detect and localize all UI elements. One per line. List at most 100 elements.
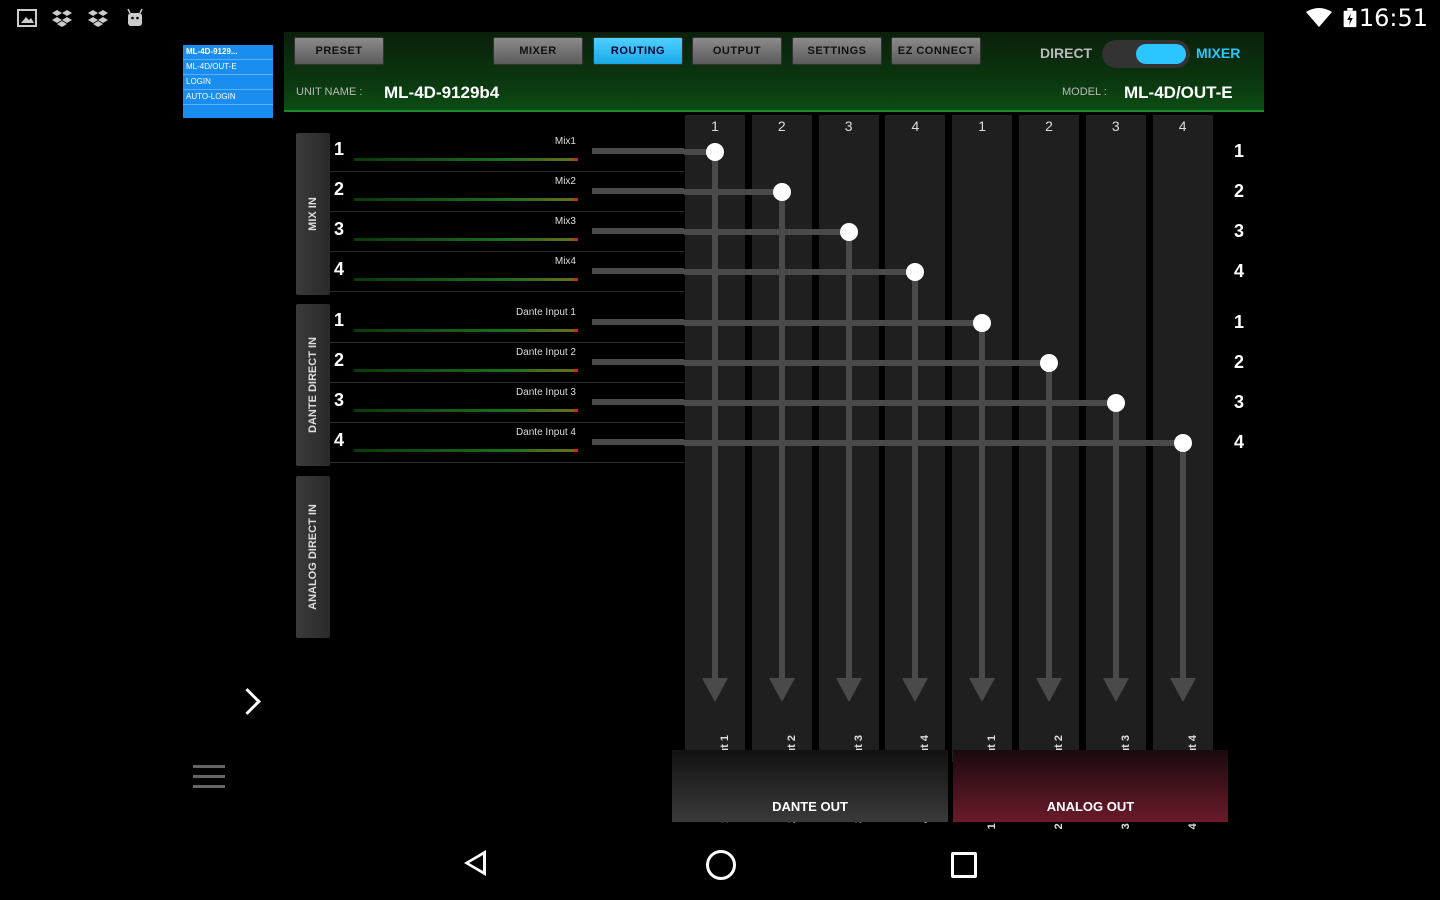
route-arrow [902,678,929,702]
menu-icon[interactable] [193,765,225,789]
input-row[interactable]: 1 Mix1 [330,133,684,172]
row-number-right: 2 [1233,352,1244,372]
input-number: 2 [334,350,345,370]
route-line-horizontal [684,269,916,275]
input-name: Mix2 [554,176,576,187]
route-arrow [702,678,728,702]
input-line [592,188,684,194]
tab-routing[interactable]: ROUTING [593,37,683,65]
level-meter [354,409,578,412]
route-line-vertical [1046,363,1052,680]
toggle-knob[interactable] [1136,44,1186,64]
route-arrow [768,678,795,702]
device-name: ML-4D-9129... [183,45,273,60]
clip-indicator [574,449,578,452]
dante-out-group: DANTE OUT [672,750,948,822]
input-row[interactable]: 2 Mix2 [330,173,684,212]
input-row[interactable]: 4 Mix4 [330,253,684,292]
clip-indicator [574,158,578,161]
clip-indicator [574,409,578,412]
tab-output[interactable]: OUTPUT [692,37,782,65]
chevron-right-icon[interactable] [234,688,261,715]
route-node[interactable] [1106,394,1125,412]
input-name: Mix4 [554,256,576,267]
auto-login-item[interactable]: AUTO-LOGIN [183,90,273,105]
route-line-horizontal [684,400,1116,406]
wifi-icon [1306,8,1332,27]
home-icon[interactable] [706,850,736,880]
android-icon [127,8,143,26]
input-line [592,439,684,445]
output-column-number: 1 [711,118,719,134]
input-row[interactable]: 2 Dante Input 2 [330,344,684,383]
input-number: 3 [334,390,345,410]
route-arrow [835,678,862,702]
tab-settings[interactable]: SETTINGS [792,37,882,65]
direct-label: DIRECT [1040,45,1093,61]
route-node[interactable] [772,183,791,201]
input-line [592,359,684,365]
level-meter [354,158,578,161]
route-node[interactable] [1040,354,1058,372]
input-row[interactable]: 4 Dante Input 4 [330,424,684,463]
route-node[interactable] [1173,434,1192,452]
unit-name-label: UNIT NAME : [296,86,363,98]
mode-toggle[interactable] [1102,40,1190,68]
route-node[interactable] [839,223,858,241]
output-column-number: 2 [777,118,786,134]
route-line-vertical [778,192,785,680]
input-name: Dante Input 1 [515,307,576,318]
group-analog-direct-in[interactable]: ANALOG DIRECT IN [296,476,330,638]
status-bar: 16:51 [0,0,1440,36]
route-arrow [969,678,996,702]
input-line [592,268,684,274]
tab-ez-connect[interactable]: EZ CONNECT [891,37,981,65]
input-line [592,228,684,234]
input-row[interactable]: 3 Mix3 [330,213,684,252]
unit-name-value: ML-4D-9129b4 [384,83,500,102]
input-name: Dante Input 3 [515,387,576,398]
login-item[interactable]: LOGIN [183,75,273,90]
group-mix-in[interactable]: MIX IN [296,133,330,295]
input-number: 1 [334,139,345,159]
tab-mixer[interactable]: MIXER [493,37,583,65]
clip-indicator [574,369,578,372]
preset-button[interactable]: PRESET [294,37,384,65]
output-column-number: 4 [1178,118,1187,134]
dropbox-icon [52,10,72,27]
input-line [592,399,684,405]
route-line-vertical [979,323,986,680]
level-meter [354,198,578,201]
device-card[interactable]: ML-4D-9129... ML-4D/OUT-E LOGIN AUTO-LOG… [183,45,273,118]
input-number: 1 [334,310,345,330]
route-node[interactable] [706,143,724,161]
route-line-horizontal [684,189,782,195]
model-value: ML-4D/OUT-E [1124,83,1233,102]
route-line-horizontal [684,229,849,235]
input-row[interactable]: 1 Dante Input 1 [330,304,684,343]
row-number-right: 4 [1233,432,1244,452]
group-analog-direct-in-label: ANALOG DIRECT IN [307,504,319,610]
level-meter [354,449,578,452]
clip-indicator [574,238,578,241]
input-name: Dante Input 2 [515,347,576,358]
route-line-horizontal [684,320,983,326]
input-number: 4 [334,430,345,450]
group-dante-direct-in-label: DANTE DIRECT IN [307,337,319,433]
input-line [592,319,684,325]
route-arrow [1102,678,1129,702]
output-column-number: 3 [1111,118,1120,134]
output-column-number: 2 [1045,118,1053,134]
model-label: MODEL : [1062,86,1107,98]
group-dante-direct-in[interactable]: DANTE DIRECT IN [296,304,330,466]
group-mix-in-label: MIX IN [307,197,319,231]
device-model: ML-4D/OUT-E [183,60,273,75]
input-row[interactable]: 3 Dante Input 3 [330,384,684,423]
clip-indicator [574,329,578,332]
back-icon-inner [469,855,483,871]
row-number-right: 3 [1233,221,1244,241]
route-arrow [1036,678,1062,702]
input-number: 2 [334,179,345,199]
input-name: Dante Input 4 [515,427,576,438]
recent-apps-icon[interactable] [951,852,977,878]
